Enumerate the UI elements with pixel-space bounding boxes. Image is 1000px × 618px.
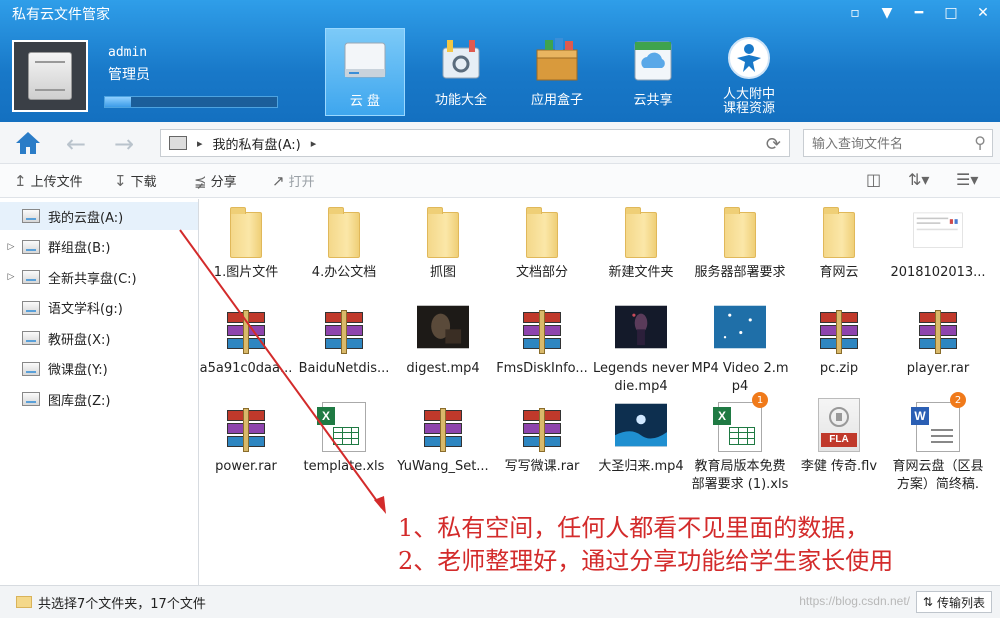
transfer-label: 传输列表: [936, 595, 985, 610]
annotation-line-2: 2、老师整理好，通过分享功能给学生家长使用: [398, 547, 894, 575]
selection-status: 共选择7个文件夹，17个文件: [38, 596, 206, 612]
transfer-list-button[interactable]: ⇅ 传输列表: [915, 591, 992, 613]
folder-icon: [16, 596, 32, 608]
transfer-icon: ⇅: [922, 595, 933, 609]
annotation-line-1: 1、私有空间，任何人都看不见里面的数据，: [398, 514, 870, 542]
watermark: https://blog.csdn.net/: [799, 594, 910, 608]
status-bar: 共选择7个文件夹，17个文件 https://blog.csdn.net/ ⇅ …: [0, 585, 1000, 618]
